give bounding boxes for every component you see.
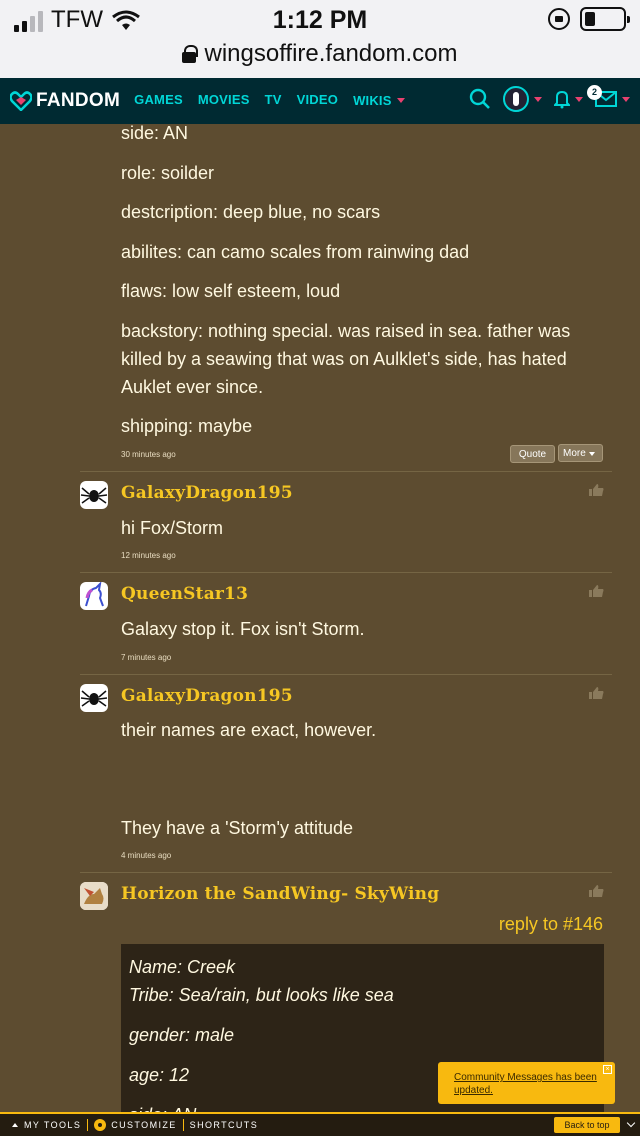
comment-username[interactable]: Horizon the SandWing- SkyWing <box>121 884 439 904</box>
comment-timestamp: 7 minutes ago <box>121 653 172 662</box>
comment-divider <box>80 674 612 675</box>
community-messages-toast[interactable]: × Community Messages has been updated. <box>438 1062 615 1104</box>
post-line: backstory: nothing special. was raised i… <box>121 321 571 397</box>
quote-line: side: AN <box>129 1101 196 1112</box>
avatar[interactable] <box>80 684 108 712</box>
gear-icon <box>94 1119 107 1131</box>
fandom-nav-bar: FANDOM GAMES MOVIES TV VIDEO WIKIS 2 <box>0 78 640 124</box>
thumbs-up-icon[interactable] <box>588 884 604 898</box>
comment-text: Galaxy stop it. Fox isn't Storm. <box>121 619 365 639</box>
quote-line: age: 12 <box>129 1065 190 1085</box>
url-text[interactable]: wingsoffire.fandom.com <box>204 40 457 68</box>
chevron-down-icon <box>396 98 405 104</box>
thumbs-up-icon[interactable] <box>588 483 604 497</box>
nav-movies[interactable]: MOVIES <box>198 92 250 110</box>
comment-text: They have a 'Storm'y attitude <box>121 818 353 838</box>
search-icon[interactable] <box>469 88 491 110</box>
comment-text: their names are exact, however. <box>121 720 377 740</box>
avatar[interactable] <box>80 481 108 509</box>
nav-right-tools: 2 <box>469 85 630 112</box>
nav-wikis[interactable]: WIKIS <box>353 93 392 108</box>
thumbs-up-icon[interactable] <box>588 686 604 700</box>
toast-message[interactable]: Community Messages has been updated. <box>454 1071 615 1097</box>
fandom-logo-text: FANDOM <box>36 90 121 111</box>
customize-button[interactable]: CUSTOMIZE <box>88 1119 182 1131</box>
chevron-down-icon <box>622 96 630 102</box>
quote-line: Tribe: Sea/rain, but looks like sea <box>129 985 394 1005</box>
post-line: side: AN <box>121 124 189 143</box>
comment-username[interactable]: GalaxyDragon195 <box>121 686 293 706</box>
nav-video[interactable]: VIDEO <box>297 92 338 110</box>
post-line: flaws: low self esteem, loud <box>121 281 341 301</box>
post-line: destcription: deep blue, no scars <box>121 202 381 222</box>
notifications-menu[interactable] <box>554 89 583 109</box>
post-timestamp: 30 minutes ago <box>121 450 176 459</box>
address-bar[interactable]: wingsoffire.fandom.com <box>0 40 640 68</box>
bell-icon[interactable] <box>554 89 570 109</box>
customize-label: CUSTOMIZE <box>111 1120 177 1130</box>
unicorn-icon <box>85 582 104 607</box>
more-button[interactable]: More <box>558 444 603 462</box>
comment-username[interactable]: QueenStar13 <box>121 584 248 604</box>
rotation-lock-icon <box>548 8 570 30</box>
nav-links: GAMES MOVIES TV VIDEO WIKIS <box>134 92 405 110</box>
post-line: shipping: maybe <box>121 416 253 436</box>
spider-icon <box>80 690 108 707</box>
quote-button[interactable]: Quote <box>510 445 555 463</box>
dragon-icon <box>80 882 108 910</box>
thumbs-up-icon[interactable] <box>588 584 604 598</box>
user-menu[interactable] <box>503 86 542 112</box>
comment-thread: side: AN role: soilder destcription: dee… <box>0 124 640 1112</box>
spider-icon <box>80 487 108 504</box>
post-line: role: soilder <box>121 163 215 183</box>
post-line: abilites: can camo scales from rainwing … <box>121 242 470 262</box>
post-divider <box>80 471 612 472</box>
nav-tv[interactable]: TV <box>265 92 282 110</box>
chevron-down-icon <box>534 96 542 102</box>
comment-text: hi Fox/Storm <box>121 518 224 538</box>
chevron-down-icon <box>575 96 583 102</box>
back-to-top-button[interactable]: Back to top <box>554 1117 620 1133</box>
shortcuts-button[interactable]: SHORTCUTS <box>184 1120 264 1130</box>
message-count-badge: 2 <box>587 85 602 100</box>
comment-timestamp: 12 minutes ago <box>121 551 176 560</box>
user-avatar[interactable] <box>503 86 529 112</box>
status-right <box>548 7 630 31</box>
chevron-down-icon[interactable] <box>626 1118 636 1128</box>
my-tools-button[interactable]: MY TOOLS <box>18 1120 87 1130</box>
comment-username[interactable]: GalaxyDragon195 <box>121 483 293 503</box>
nav-games[interactable]: GAMES <box>134 92 183 110</box>
battery-icon <box>580 7 630 31</box>
fandom-logo[interactable]: FANDOM <box>10 90 120 112</box>
status-clock: 1:12 PM <box>272 6 368 34</box>
reply-to-link[interactable]: reply to #146 <box>499 914 603 935</box>
padlock-icon <box>182 45 199 63</box>
avatar[interactable] <box>80 582 108 610</box>
comment-timestamp: 4 minutes ago <box>121 851 172 860</box>
close-icon[interactable]: × <box>603 1065 612 1074</box>
comment-divider <box>80 572 612 573</box>
comments-panel: side: AN role: soilder destcription: dee… <box>80 124 615 1112</box>
nav-wikis-wrap[interactable]: WIKIS <box>353 92 405 110</box>
messages-menu[interactable]: 2 <box>587 85 630 107</box>
ios-status-bar: TFW 1:12 PM wingsoffire.fandom.com <box>0 0 640 78</box>
quote-line: Name: Creek <box>129 957 236 977</box>
avatar[interactable] <box>80 882 108 910</box>
quote-line: gender: male <box>129 1025 235 1045</box>
comment-divider <box>80 872 612 873</box>
bottom-toolbar: MY TOOLS CUSTOMIZE SHORTCUTS Back to top <box>0 1112 640 1136</box>
fandom-heart-icon <box>10 91 32 111</box>
